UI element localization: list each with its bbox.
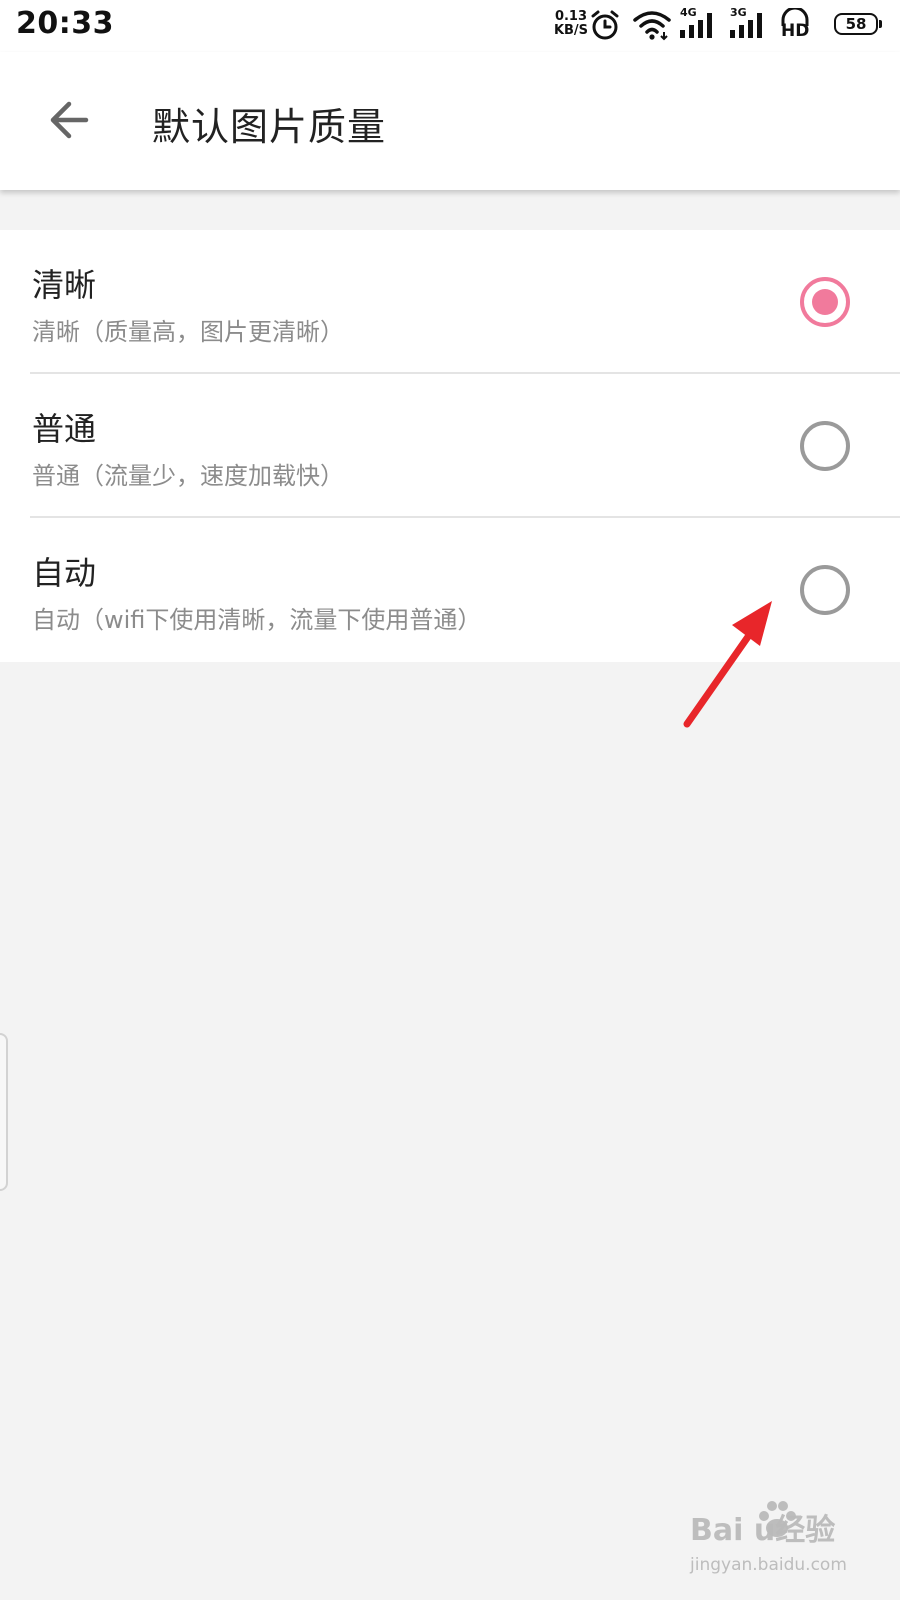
option-normal[interactable]: 普通 普通（流量少，速度加载快） <box>0 374 900 518</box>
watermark-url: jingyan.baidu.com <box>690 1555 847 1575</box>
status-bar: 20:33 0.13 KB/S 4G 3G HD 58 <box>0 0 900 52</box>
radio-button[interactable] <box>800 565 850 615</box>
radio-dot <box>812 289 838 315</box>
signal-icon: 4G <box>678 6 720 42</box>
option-clear[interactable]: 清晰 清晰（质量高，图片更清晰） <box>0 230 900 374</box>
side-drawer-handle[interactable] <box>0 1033 8 1191</box>
status-time: 20:33 <box>16 6 114 41</box>
hd-headset-icon: HD <box>778 8 812 42</box>
app-bar: 默认图片质量 <box>0 52 900 190</box>
watermark-brand: Bai u经验 <box>690 1513 836 1548</box>
paw-logo-icon <box>759 1501 796 1537</box>
option-description: 普通（流量少，速度加载快） <box>32 462 344 490</box>
option-title: 普通 <box>32 410 97 448</box>
option-title: 自动 <box>32 554 97 592</box>
back-button[interactable] <box>40 90 100 150</box>
signal-icon: 3G <box>728 6 770 42</box>
radio-button-selected[interactable] <box>800 277 850 327</box>
option-title: 清晰 <box>32 266 97 304</box>
annotation-arrow-icon <box>683 601 772 728</box>
watermark: Bai u经验 jingyan.baidu.com <box>690 1501 890 1590</box>
alarm-icon <box>591 10 619 40</box>
option-description: 清晰（质量高，图片更清晰） <box>32 318 344 346</box>
hd-label: HD <box>781 21 810 41</box>
page-title: 默认图片质量 <box>152 105 387 149</box>
wifi-icon <box>633 11 671 41</box>
battery-icon: 58 <box>834 13 882 35</box>
arrow-left-icon <box>50 101 89 139</box>
battery-level: 58 <box>845 15 867 33</box>
radio-button[interactable] <box>800 421 850 471</box>
option-description: 自动（wifi下使用清晰，流量下使用普通） <box>32 606 482 634</box>
